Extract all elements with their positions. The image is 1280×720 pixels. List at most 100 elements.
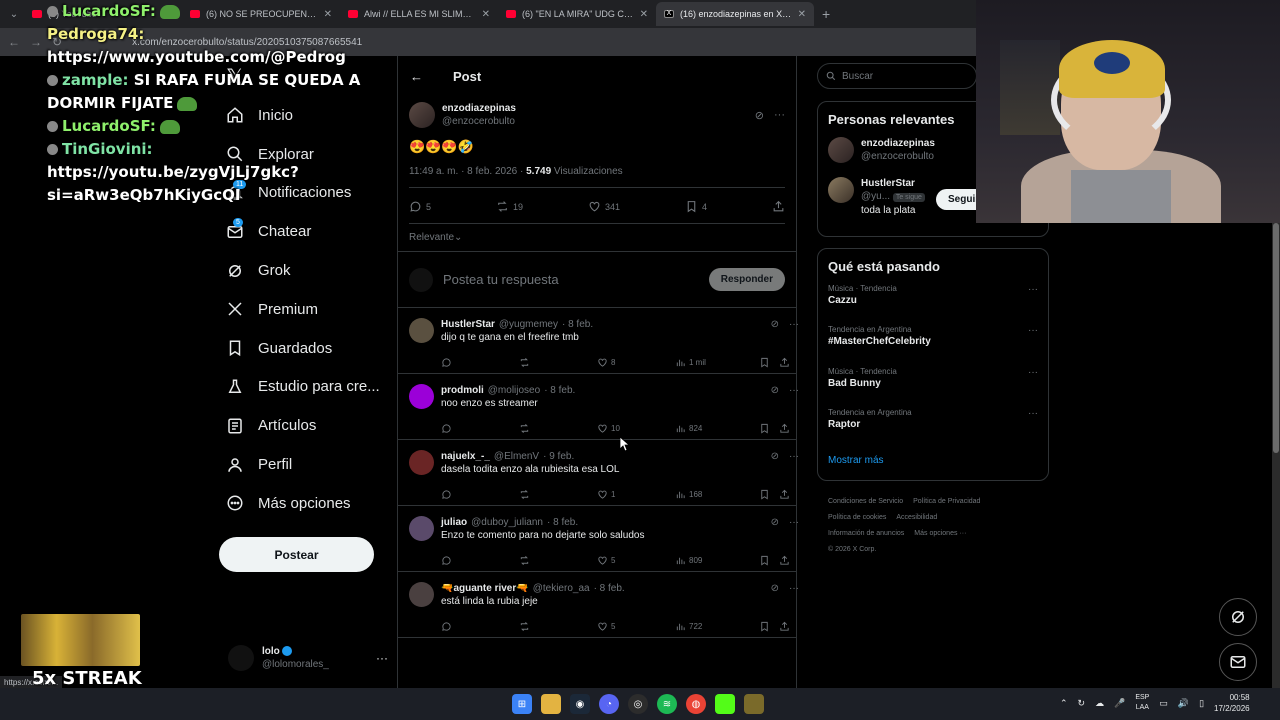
more-icon[interactable]: ···	[789, 517, 799, 528]
trend-item[interactable]: Tendencia en Argentina Raptor ···	[818, 408, 1048, 449]
trend-item[interactable]: Música · Tendencia Bad Bunny ···	[818, 367, 1048, 408]
forward-icon[interactable]: →	[30, 35, 42, 49]
trend-item[interactable]: Música · Tendencia Cazzu ···	[818, 284, 1048, 325]
browser-tab[interactable]: (6) "EN LA MIRA" UDG CYPHER ✕	[498, 2, 656, 26]
app-icon[interactable]	[744, 694, 764, 714]
windows-start-icon[interactable]: ⊞	[512, 694, 532, 714]
repost-action[interactable]	[519, 489, 597, 500]
footer-link[interactable]: Más opciones ···	[914, 530, 966, 537]
reply-button[interactable]: Responder	[708, 268, 785, 291]
chevron-up-icon[interactable]: ⌃	[1060, 698, 1068, 709]
views-action[interactable]: 722	[675, 621, 759, 632]
more-icon[interactable]: ···	[789, 583, 799, 594]
sort-dropdown[interactable]: Relevante⌄	[398, 224, 796, 252]
like-action[interactable]: 5	[597, 555, 675, 566]
reply-author[interactable]: HustlerStar	[441, 319, 495, 330]
repost-action[interactable]	[519, 357, 597, 368]
network-icon[interactable]: ▭	[1159, 698, 1168, 709]
reply-action[interactable]	[441, 555, 519, 566]
reply-item[interactable]: 🔫aguante river🔫 @tekiero_aa · 8 feb. ⊘ ··…	[398, 572, 799, 638]
steam-icon[interactable]: ◉	[570, 694, 590, 714]
avatar[interactable]	[409, 102, 435, 128]
grok-fab[interactable]	[1219, 598, 1257, 636]
author-name[interactable]: enzodiazepinas	[442, 103, 516, 114]
reply-item[interactable]: HustlerStar @yugmemey · 8 feb. ⊘ ··· dijo…	[398, 308, 799, 374]
bookmark-stat[interactable]: 4	[685, 200, 707, 213]
battery-icon[interactable]: ▯	[1199, 698, 1204, 709]
reply-date[interactable]: · 8 feb.	[547, 517, 578, 528]
new-tab-button[interactable]: +	[814, 6, 838, 22]
account-switcher[interactable]: lolo @lolomorales_ ···	[228, 643, 388, 673]
more-icon[interactable]: ···	[774, 109, 785, 122]
reply-handle[interactable]: @molijoseo	[488, 385, 540, 396]
nav-item-grok[interactable]: Grok	[226, 251, 396, 290]
grok-icon[interactable]: ⊘	[771, 583, 779, 594]
share-action[interactable]	[779, 621, 799, 632]
grok-icon[interactable]: ⊘	[771, 385, 779, 396]
nav-item-guardados[interactable]: Guardados	[226, 329, 396, 368]
sync-icon[interactable]: ↻	[1078, 698, 1086, 709]
more-icon[interactable]: ···	[1028, 284, 1038, 295]
reply-action[interactable]	[441, 357, 519, 368]
cloud-icon[interactable]: ☁	[1095, 698, 1104, 709]
reply-action[interactable]	[441, 423, 519, 434]
scrollbar[interactable]	[1272, 223, 1280, 688]
views-action[interactable]: 1 mil	[675, 357, 759, 368]
bookmark-action[interactable]	[759, 555, 779, 566]
tab-search-chevron-icon[interactable]: ⌄	[4, 4, 24, 24]
reply-stat[interactable]: 5	[409, 200, 431, 213]
reply-author[interactable]: najuelx_-_	[441, 451, 490, 462]
grok-icon[interactable]: ⊘	[771, 517, 779, 528]
reply-action[interactable]	[441, 489, 519, 500]
reply-date[interactable]: · 8 feb.	[562, 319, 593, 330]
repost-stat[interactable]: 19	[496, 200, 523, 213]
nav-item-más[interactable]: Más opciones	[226, 484, 396, 523]
reply-handle[interactable]: @yugmemey	[499, 319, 558, 330]
more-icon[interactable]: ···	[789, 451, 799, 462]
show-more-link[interactable]: Mostrar más	[818, 449, 1048, 472]
footer-link[interactable]: © 2026 X Corp.	[828, 546, 876, 553]
discord-icon[interactable]: ◔	[599, 694, 619, 714]
footer-link[interactable]: Condiciones de Servicio	[828, 498, 903, 505]
views-action[interactable]: 809	[675, 555, 759, 566]
avatar[interactable]	[409, 582, 434, 607]
bookmark-action[interactable]	[759, 423, 779, 434]
like-action[interactable]: 10	[597, 423, 675, 434]
share-action[interactable]	[779, 357, 799, 368]
reply-item[interactable]: juliao @duboy_juliann · 8 feb. ⊘ ··· Enzo…	[398, 506, 799, 572]
reply-handle[interactable]: @tekiero_aa	[533, 583, 590, 594]
close-icon[interactable]: ✕	[640, 9, 648, 20]
avatar[interactable]	[409, 318, 434, 343]
views-action[interactable]: 168	[675, 489, 759, 500]
nav-item-estudio[interactable]: Estudio para cre...	[226, 368, 396, 407]
kick-icon[interactable]	[715, 694, 735, 714]
avatar[interactable]	[409, 384, 434, 409]
bookmark-action[interactable]	[759, 621, 779, 632]
reply-input[interactable]	[443, 272, 699, 287]
more-icon[interactable]: ···	[789, 319, 799, 330]
nav-item-artículos[interactable]: Artículos	[226, 406, 396, 445]
back-arrow-icon[interactable]: ←	[410, 69, 423, 84]
reply-author[interactable]: 🔫aguante river🔫	[441, 583, 529, 594]
close-icon[interactable]: ✕	[482, 9, 490, 20]
more-icon[interactable]: ···	[1028, 325, 1038, 336]
reply-action[interactable]	[441, 621, 519, 632]
repost-action[interactable]	[519, 621, 597, 632]
trend-item[interactable]: Tendencia en Argentina #MasterChefCelebri…	[818, 325, 1048, 366]
share-action[interactable]	[779, 489, 799, 500]
more-icon[interactable]: ···	[789, 385, 799, 396]
reply-date[interactable]: · 8 feb.	[544, 385, 575, 396]
like-stat[interactable]: 341	[588, 200, 620, 213]
repost-action[interactable]	[519, 423, 597, 434]
language-indicator[interactable]: ESP LAA	[1135, 693, 1149, 713]
spotify-icon[interactable]: ≋	[657, 694, 677, 714]
reply-author[interactable]: juliao	[441, 517, 467, 528]
nav-item-perfil[interactable]: Perfil	[226, 445, 396, 484]
reply-item[interactable]: najuelx_-_ @ElmenV · 9 feb. ⊘ ··· dasela …	[398, 440, 799, 506]
grok-icon[interactable]: ⊘	[771, 319, 779, 330]
bookmark-action[interactable]	[759, 357, 779, 368]
grok-icon[interactable]: ⊘	[755, 109, 764, 122]
clock[interactable]: 00:58 17/2/2026	[1214, 692, 1250, 714]
post-button[interactable]: Postear	[219, 537, 374, 572]
chrome-icon[interactable]: ◍	[686, 694, 706, 714]
